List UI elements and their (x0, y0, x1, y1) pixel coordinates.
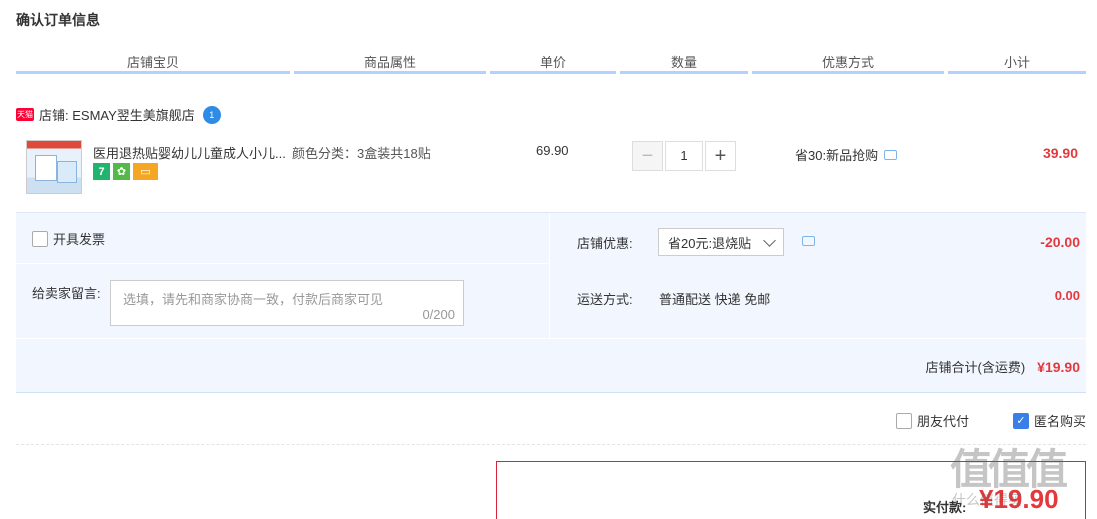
anonymous-option[interactable]: ✓ 匿名购买 (1013, 411, 1086, 430)
product-title[interactable]: 医用退热贴婴幼儿儿童成人小儿... (93, 143, 286, 162)
shop-name[interactable]: 店铺: ESMAY翌生美旗舰店 (39, 105, 195, 124)
section-title: 确认订单信息 (16, 12, 100, 28)
shop-total-value: ¥19.90 (1037, 358, 1080, 375)
comment-icon[interactable] (884, 149, 898, 160)
credit-card-icon[interactable]: ▭ (133, 163, 158, 180)
seven-day-return-icon[interactable]: 7 (93, 163, 110, 180)
column-header-item: 店铺宝贝 (16, 52, 290, 74)
shop-row: 天猫 店铺: ESMAY翌生美旗舰店 1 (16, 105, 221, 124)
promo: 省30:新品抢购 (795, 145, 898, 164)
friend-pay-label: 朋友代付 (917, 414, 970, 429)
quantity-input[interactable]: 1 (665, 141, 703, 171)
seller-message-label: 给卖家留言: (32, 286, 101, 301)
shop-discount-selected: 省20元:退烧贴 (668, 235, 752, 251)
divider (549, 213, 550, 338)
payment-summary: 实付款: ¥19.90 (496, 461, 1086, 519)
shop-total-label: 店铺合计(含运费) (925, 360, 1026, 375)
quantity-stepper: − 1 + (632, 141, 736, 171)
divider (16, 444, 1086, 445)
seller-message-placeholder: 选填，请先和商家协商一致，付款后商家可见 (123, 292, 384, 307)
tmall-icon: 天猫 (16, 108, 34, 121)
shipping-label: 运送方式: (577, 292, 633, 307)
quantity-increase-button[interactable]: + (705, 141, 736, 171)
divider (16, 263, 549, 264)
payment-label: 实付款: (923, 500, 967, 515)
invoice-checkbox[interactable] (32, 230, 48, 247)
quantity-decrease-button[interactable]: − (632, 141, 663, 171)
service-icons: 7 ✿ ▭ (93, 163, 158, 180)
shipping-method: 普通配送 快递 免邮 (659, 292, 771, 307)
column-header-subtotal: 小计 (948, 52, 1086, 74)
invoice-option[interactable]: 开具发票 (32, 229, 105, 248)
seller-message-input[interactable]: 选填，请先和商家协商一致，付款后商家可见 0/200 (110, 280, 464, 326)
product-attribute: 颜色分类：3盒装共18贴 (292, 146, 431, 161)
column-header-promo: 优惠方式 (752, 52, 944, 74)
promo-text: 省30:新品抢购 (795, 148, 879, 163)
column-header-attr: 商品属性 (294, 52, 486, 74)
friend-pay-checkbox[interactable] (896, 412, 912, 429)
shop-total: 店铺合计(含运费) ¥19.90 (926, 357, 1081, 376)
shipping-fee: 0.00 (1054, 288, 1080, 303)
product-thumbnail[interactable] (26, 140, 82, 194)
unit-price: 69.90 (536, 143, 569, 158)
order-extras-panel: 开具发票 给卖家留言: 选填，请先和商家协商一致，付款后商家可见 0/200 店… (16, 213, 1086, 393)
product-package-image (35, 155, 57, 181)
product-package-image-2 (57, 161, 77, 183)
anonymous-label: 匿名购买 (1034, 414, 1087, 429)
column-header-price: 单价 (490, 52, 616, 74)
order-item-row: 医用退热贴婴幼儿儿童成人小儿... 7 ✿ ▭ 颜色分类：3盒装共18贴 69.… (16, 129, 1086, 213)
shop-discount-select[interactable]: 省20元:退烧贴 (658, 228, 784, 256)
chevron-down-icon (763, 234, 776, 247)
comment-icon[interactable] (802, 236, 815, 246)
seller-message-count: 0/200 (422, 307, 455, 322)
payment-amount: ¥19.90 (979, 484, 1059, 514)
guarantee-icon[interactable]: ✿ (113, 163, 130, 180)
anonymous-checkbox[interactable]: ✓ (1013, 412, 1029, 429)
shop-discount-value: -20.00 (1040, 234, 1080, 250)
friend-pay-option[interactable]: 朋友代付 (896, 411, 969, 430)
divider (16, 338, 1086, 339)
shop-discount-label: 店铺优惠: (577, 236, 633, 251)
invoice-label: 开具发票 (53, 232, 106, 247)
chat-icon[interactable]: 1 (202, 105, 221, 124)
item-subtotal: 39.90 (1042, 145, 1078, 161)
column-header-quantity: 数量 (620, 52, 748, 74)
